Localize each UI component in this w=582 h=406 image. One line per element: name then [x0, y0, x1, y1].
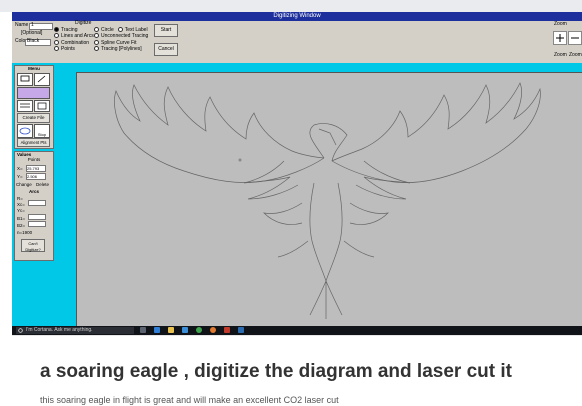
zoom-in-icon	[556, 34, 564, 42]
b1-field[interactable]	[28, 214, 46, 220]
b1-label: B1=	[17, 216, 26, 221]
article-area: a soaring eagle , digitize the diagram a…	[12, 335, 582, 406]
points-heading: Points	[27, 157, 41, 162]
article-subline: this soaring eagle in flight is great an…	[40, 395, 339, 405]
digitize-options-col1: Tracing Lines and Arcs Combination Point…	[54, 27, 98, 53]
zoom-heading: Zoom	[554, 21, 567, 27]
radio-icon	[94, 27, 99, 32]
optional-label: [Optional]	[21, 30, 43, 36]
radio-icon	[54, 27, 59, 32]
article-headline: a soaring eagle , digitize the diagram a…	[40, 361, 512, 382]
mail-icon[interactable]	[238, 327, 244, 333]
grid-icon	[37, 102, 47, 110]
radio-icon	[54, 39, 59, 45]
alignment-pts-button[interactable]: Alignment Pts	[17, 138, 50, 147]
cancel-button[interactable]: Cancel	[154, 43, 178, 56]
cortana-search-input[interactable]: I'm Cortana. Ask me anything.	[16, 327, 134, 334]
xc-field[interactable]	[28, 200, 46, 206]
x-value-field[interactable]: 25.793	[26, 165, 46, 172]
window-titlebar: Digitizing Window	[12, 12, 582, 21]
grid-tool-button[interactable]	[34, 100, 50, 112]
b2-label: B2=	[17, 223, 26, 228]
shape-tool-button[interactable]	[17, 124, 33, 138]
firefox-icon[interactable]	[210, 327, 216, 333]
option-label: Circle	[101, 26, 114, 33]
y-value-field[interactable]: 2.506	[26, 173, 46, 180]
x-label: X=	[17, 166, 23, 171]
option-tracing-polylines[interactable]: Tracing [Polylines]	[94, 46, 150, 52]
zoom-out-icon	[571, 37, 579, 39]
trace-tool-button[interactable]	[17, 87, 50, 99]
yc-label: Yc=	[17, 208, 25, 213]
change-button[interactable]: Change	[16, 182, 32, 187]
name-input[interactable]: 1	[29, 22, 53, 30]
task-view-icon[interactable]	[140, 327, 146, 333]
left-panel: Menu Create File Stop Alignment Pts Valu…	[12, 63, 56, 326]
values-box: Values Points X= 25.793 Y= 2.506 Change …	[14, 151, 54, 261]
option-label: Unconnected Tracing	[101, 33, 149, 40]
name-label: Name	[15, 22, 29, 28]
option-label: Text Label	[124, 26, 148, 33]
menu-heading: Menu	[28, 66, 40, 71]
cursor-marker	[238, 158, 242, 162]
arcs-heading: Arcs	[29, 189, 40, 194]
y-label: Y=	[17, 174, 23, 179]
radio-icon	[94, 39, 99, 45]
radio-icon	[94, 46, 99, 52]
store-icon[interactable]	[182, 327, 188, 333]
eagle-outline-icon	[114, 82, 541, 319]
b2-field[interactable]	[28, 221, 46, 227]
color-value: Black	[27, 38, 40, 44]
option-label: Lines and Arcs	[61, 33, 94, 40]
xc-label: Xc=	[17, 202, 25, 207]
chrome-icon[interactable]	[196, 327, 202, 333]
monitor-icon	[20, 75, 30, 82]
radio-icon	[94, 33, 99, 39]
color-select[interactable]: Black	[25, 38, 51, 46]
zoom-in-button[interactable]	[553, 31, 567, 45]
search-circle-icon	[18, 328, 23, 333]
option-label: Tracing [Polylines]	[101, 46, 142, 53]
app-icon[interactable]	[224, 327, 230, 333]
zoom-out-button[interactable]	[568, 31, 582, 45]
zoom-in-label: Zoom	[554, 52, 567, 58]
radio-icon	[54, 46, 59, 52]
edit-tool-button[interactable]	[34, 73, 50, 86]
stop-button[interactable]: Stop	[34, 124, 50, 138]
r-label: R=	[17, 196, 23, 201]
menu-box: Menu Create File Stop Alignment Pts	[14, 65, 54, 149]
list-tool-button[interactable]	[17, 100, 33, 112]
cant-digitize-button[interactable]: Can't Digitize?	[21, 239, 45, 252]
edit-icon	[37, 75, 46, 83]
page-top-strip	[0, 0, 582, 12]
option-label: Combination	[61, 39, 90, 46]
units-label: n=1900	[17, 230, 33, 235]
option-text-label[interactable]: Text Label	[117, 26, 148, 33]
digitizing-screenshot: Digitizing Window Name 1 [Optional] Colo…	[12, 12, 582, 335]
delete-button[interactable]: Delete	[36, 182, 49, 187]
option-points[interactable]: Points	[54, 46, 98, 52]
divider	[12, 335, 582, 336]
option-label: Points	[61, 46, 75, 53]
digitize-options-col2: Circle Text Label Unconnected Tracing Spl…	[94, 27, 150, 53]
digitize-heading: Digitize	[75, 20, 92, 26]
file-explorer-icon[interactable]	[168, 327, 174, 333]
name-value: 1	[31, 22, 34, 28]
option-label: Tracing	[61, 26, 78, 33]
stop-label: Stop	[37, 132, 47, 137]
windows-taskbar: I'm Cortana. Ask me anything.	[12, 326, 582, 335]
zoom-out-label: Zoom	[569, 52, 582, 58]
radio-icon	[54, 33, 59, 39]
start-button[interactable]: Start	[154, 24, 178, 37]
create-file-button[interactable]: Create File	[17, 113, 50, 123]
option-label: Spline Curve Fit	[101, 39, 137, 46]
edge-icon[interactable]	[154, 327, 160, 333]
digitize-toolbar: Name 1 [Optional] Color Black Digitize T…	[12, 20, 582, 64]
oval-icon	[19, 127, 31, 135]
list-icon	[20, 103, 30, 108]
monitor-tool-button[interactable]	[17, 73, 33, 86]
zoom-group: Zoom Zoom Zoom	[552, 21, 582, 61]
radio-icon	[117, 27, 123, 32]
